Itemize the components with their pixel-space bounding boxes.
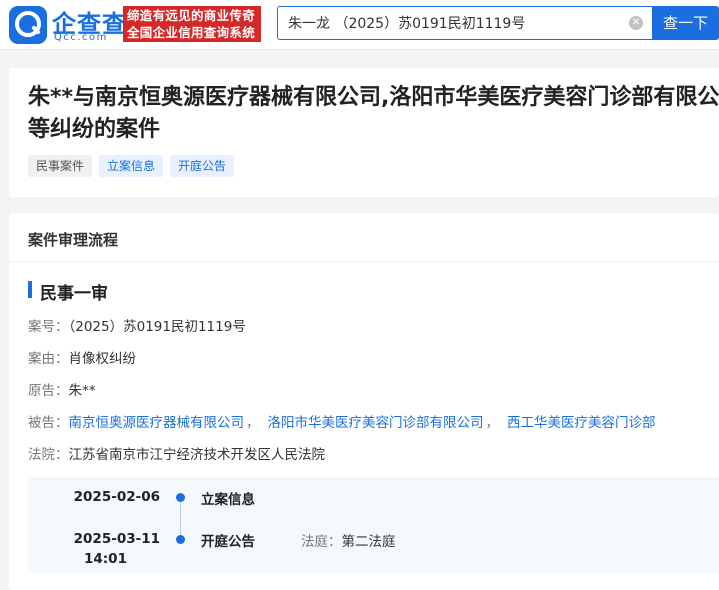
timeline-date-time: 14:01 — [84, 551, 127, 567]
cause-value: 肖像权纠纷 — [68, 351, 137, 367]
tag-filing-info[interactable]: 立案信息 — [99, 155, 164, 177]
case-number-value: （2025）苏0191民初1119号 — [68, 319, 246, 335]
search-box: ✕ — [277, 6, 652, 40]
slogan-banner: 缔造有远见的商业传奇 全国企业信用查询系统 — [123, 6, 261, 42]
case-title-card: 朱**与南京恒奥源医疗器械有限公司,洛阳市华美医疗美容门诊部有限公司等纠纷的案件… — [9, 68, 719, 197]
stage-accent-bar — [28, 281, 32, 298]
divider — [9, 261, 719, 262]
cause-row: 案由：肖像权纠纷 — [28, 347, 136, 367]
court-room-value: 第二法庭 — [341, 534, 396, 550]
defendant-separator: ， — [485, 415, 500, 431]
timeline-court-room: 法庭：第二法庭 — [301, 530, 396, 550]
slogan-line-1: 缔造有远见的商业传奇 — [127, 8, 256, 23]
case-tags: 民事案件 立案信息 开庭公告 — [28, 155, 241, 177]
cause-label: 案由： — [28, 351, 69, 367]
plaintiff-label: 原告： — [28, 383, 69, 399]
clear-icon[interactable]: ✕ — [629, 16, 643, 30]
search-input[interactable] — [278, 7, 623, 39]
tag-civil-case: 民事案件 — [28, 155, 93, 177]
stage-title: 民事一审 — [40, 284, 108, 304]
case-timeline: 2025-02-06 立案信息 2025-03-11 14:01 开庭公告 法庭… — [28, 477, 719, 573]
plaintiff-value: 朱** — [68, 383, 96, 399]
case-title: 朱**与南京恒奥源医疗器械有限公司,洛阳市华美医疗美容门诊部有限公司等纠纷的案件 — [28, 85, 719, 142]
timeline-date-day: 2025-03-11 — [73, 531, 160, 547]
defendant-label: 被告： — [28, 415, 69, 431]
qcc-logo-icon[interactable] — [9, 6, 47, 44]
timeline-dot-icon — [176, 493, 185, 502]
top-header: 企查查 Qcc.com 缔造有远见的商业传奇 全国企业信用查询系统 ✕ 查一下 — [0, 0, 719, 50]
timeline-event[interactable]: 开庭公告 — [201, 530, 255, 550]
defendant-link[interactable]: 洛阳市华美医疗美容门诊部有限公司 — [268, 415, 484, 431]
defendant-link[interactable]: 西工华美医疗美容门诊部 — [507, 415, 656, 431]
plaintiff-row: 原告：朱** — [28, 379, 96, 399]
case-process-card: 案件审理流程 民事一审 案号：（2025）苏0191民初1119号 案由：肖像权… — [9, 213, 719, 590]
court-row: 法院：江苏省南京市江宁经济技术开发区人民法院 — [28, 443, 325, 463]
tag-hearing-notice[interactable]: 开庭公告 — [170, 155, 235, 177]
section-title: 案件审理流程 — [28, 231, 119, 249]
court-value: 江苏省南京市江宁经济技术开发区人民法院 — [68, 447, 326, 463]
timeline-date: 2025-02-06 — [73, 489, 160, 505]
defendant-row: 被告：南京恒奥源医疗器械有限公司，洛阳市华美医疗美容门诊部有限公司，西工华美医疗… — [28, 411, 656, 431]
defendant-separator: ， — [246, 415, 260, 431]
timeline-event[interactable]: 立案信息 — [201, 488, 255, 508]
defendant-link[interactable]: 南京恒奥源医疗器械有限公司 — [69, 415, 245, 431]
timeline-date: 2025-03-11 14:01 — [28, 529, 160, 569]
slogan-line-2: 全国企业信用查询系统 — [127, 25, 256, 40]
court-label: 法院： — [28, 447, 69, 463]
timeline-dot-icon — [176, 535, 185, 544]
search-button[interactable]: 查一下 — [652, 6, 719, 40]
case-number-row: 案号：（2025）苏0191民初1119号 — [28, 315, 246, 335]
logo-domain: Qcc.com — [54, 32, 108, 43]
case-number-label: 案号： — [28, 319, 69, 335]
court-room-label: 法庭： — [301, 534, 342, 550]
